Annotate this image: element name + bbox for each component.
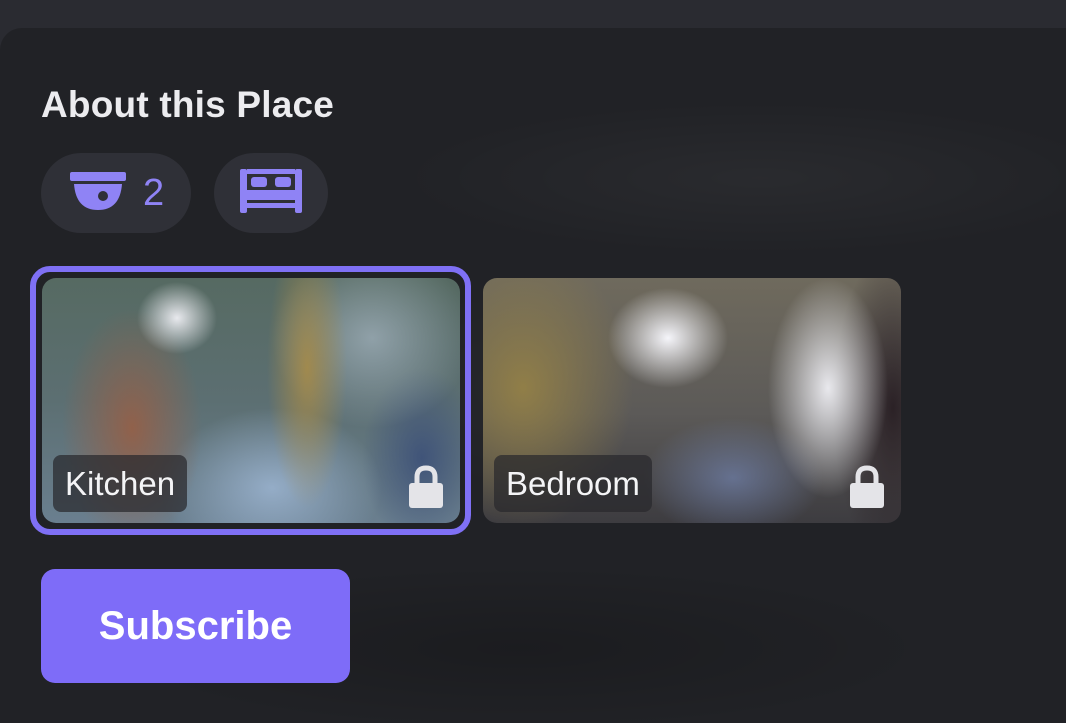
- room-label: Kitchen: [53, 455, 188, 512]
- room-card-kitchen[interactable]: Kitchen: [42, 278, 460, 523]
- camera-count: 2: [143, 171, 165, 214]
- subscribe-button[interactable]: Subscribe: [41, 569, 350, 683]
- section-title: About this Place: [41, 84, 335, 125]
- security-camera-icon: [69, 170, 127, 217]
- page: About this Place 2 Kitchen Bedroom Subsc…: [0, 0, 1066, 723]
- about-panel: About this Place 2 Kitchen Bedroom Subsc…: [0, 28, 1066, 723]
- room-card-bedroom[interactable]: Bedroom: [483, 278, 901, 523]
- bed-chip: [214, 153, 328, 233]
- lock-icon: [408, 465, 444, 509]
- lock-icon: [849, 465, 885, 509]
- room-label: Bedroom: [494, 455, 652, 512]
- bed-icon: [239, 168, 303, 219]
- cameras-chip: 2: [41, 153, 191, 233]
